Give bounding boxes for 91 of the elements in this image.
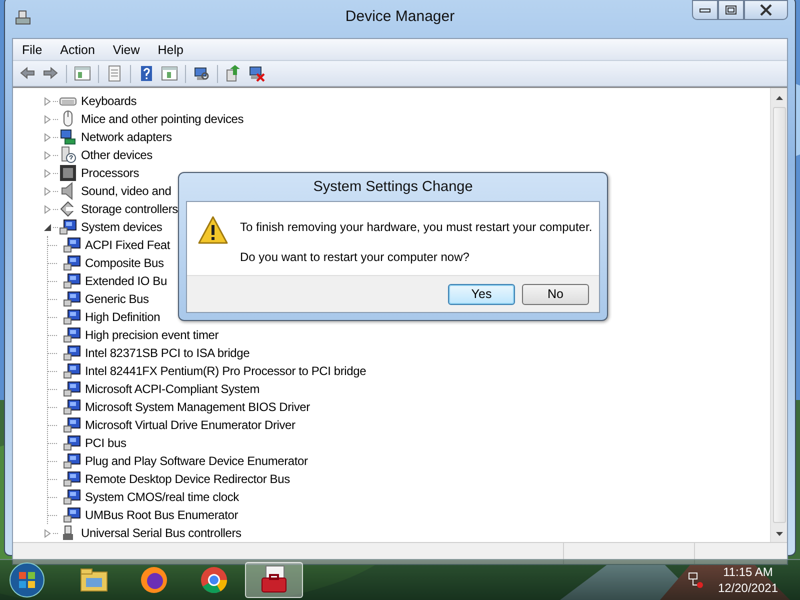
network-icon[interactable] xyxy=(686,571,704,589)
minimize-button[interactable] xyxy=(692,0,718,20)
computer-icon xyxy=(63,398,81,416)
tree-item[interactable]: Generic Bus xyxy=(84,291,150,307)
menu-item[interactable]: Action xyxy=(51,40,104,58)
panel-icon[interactable] xyxy=(161,65,178,82)
expand-arrow-icon[interactable] xyxy=(42,96,53,106)
tree-item[interactable]: Network adapters xyxy=(80,129,173,145)
tree-item[interactable]: Plug and Play Software Device Enumerator xyxy=(84,453,309,469)
panel-icon[interactable] xyxy=(74,65,91,82)
maximize-icon xyxy=(725,5,737,15)
tree-item[interactable]: High precision event timer xyxy=(84,327,220,343)
expand-arrow-icon[interactable] xyxy=(42,132,53,142)
dialog-button[interactable]: No xyxy=(522,284,589,304)
collapse-arrow-icon[interactable] xyxy=(42,222,53,232)
clock-time: 11:15 AM xyxy=(723,564,773,580)
menu-item[interactable]: Help xyxy=(148,40,192,58)
maximize-button[interactable] xyxy=(718,0,744,20)
properties-icon[interactable] xyxy=(106,65,123,82)
chrome-icon xyxy=(198,564,230,596)
taskbar-button[interactable] xyxy=(245,562,303,598)
computer-icon xyxy=(63,308,81,326)
clock-date: 12/20/2021 xyxy=(718,580,778,596)
computer-icon xyxy=(59,218,77,236)
computer-icon xyxy=(63,326,81,344)
computer-icon xyxy=(63,290,81,308)
dialog-question: Do you want to restart your computer now? xyxy=(240,250,470,264)
dialog-title: System Settings Change xyxy=(312,178,474,197)
expand-arrow-icon[interactable] xyxy=(42,168,53,178)
dialog-button[interactable]: Yes xyxy=(448,284,515,304)
uninstall-device-icon[interactable] xyxy=(248,65,265,82)
computer-icon xyxy=(63,254,81,272)
computer-icon xyxy=(63,236,81,254)
computer-icon xyxy=(63,488,81,506)
computer-icon xyxy=(63,416,81,434)
minimize-icon xyxy=(699,6,711,14)
menu-item[interactable]: View xyxy=(104,40,149,58)
expand-arrow-icon[interactable] xyxy=(42,204,53,214)
tree-item[interactable]: ACPI Fixed Feat xyxy=(84,237,172,253)
menu-item[interactable]: File xyxy=(13,40,52,58)
computer-icon xyxy=(63,470,81,488)
network-computer-icon xyxy=(59,128,77,146)
storage-controller-icon xyxy=(59,200,77,218)
tree-item[interactable]: Intel 82371SB PCI to ISA bridge xyxy=(84,345,251,361)
tree-item[interactable]: System CMOS/real time clock xyxy=(84,489,240,505)
computer-icon xyxy=(63,344,81,362)
close-icon xyxy=(759,4,773,16)
tree-item[interactable]: Microsoft Virtual Drive Enumerator Driver xyxy=(84,417,296,433)
tree-item[interactable]: High Definition xyxy=(84,309,162,325)
tree-item[interactable]: Processors xyxy=(80,165,140,181)
forward-arrow-icon[interactable] xyxy=(42,65,59,82)
tree-item[interactable]: PCI bus xyxy=(84,435,128,451)
expand-arrow-icon[interactable] xyxy=(42,150,53,160)
tree-item[interactable]: Other devices xyxy=(80,147,154,163)
dialog-message: To finish removing your hardware, you must restart your computer. xyxy=(240,220,592,234)
tree-item[interactable]: Microsoft System Management BIOS Driver xyxy=(84,399,311,415)
processor-chip-icon xyxy=(59,164,77,182)
tree-item[interactable]: Keyboards xyxy=(80,93,138,109)
device-manager-icon xyxy=(14,9,32,27)
computer-icon xyxy=(63,362,81,380)
computer-icon xyxy=(63,272,81,290)
tree-item[interactable]: Microsoft ACPI-Compliant System xyxy=(84,381,261,397)
start-button[interactable] xyxy=(9,562,45,598)
warning-icon xyxy=(197,215,229,245)
tree-item[interactable]: Mice and other pointing devices xyxy=(80,111,245,127)
help-icon[interactable] xyxy=(138,65,155,82)
unknown-device-icon xyxy=(59,146,77,164)
tree-item[interactable]: Remote Desktop Device Redirector Bus xyxy=(84,471,291,487)
close-button[interactable] xyxy=(744,0,788,20)
computer-icon xyxy=(63,506,81,524)
tree-item[interactable]: Composite Bus xyxy=(84,255,165,271)
tree-item[interactable]: Extended IO Bu xyxy=(84,273,168,289)
expand-arrow-icon[interactable] xyxy=(42,186,53,196)
firefox-icon xyxy=(138,564,170,596)
tree-item[interactable]: Sound, video and xyxy=(80,183,172,199)
scrollbar[interactable] xyxy=(770,88,787,542)
computer-icon xyxy=(63,452,81,470)
scrollbar-thumb[interactable] xyxy=(772,107,786,523)
computer-icon xyxy=(63,380,81,398)
expand-arrow-icon[interactable] xyxy=(42,528,53,538)
update-driver-icon[interactable] xyxy=(225,65,242,82)
tree-item[interactable]: Universal Serial Bus controllers xyxy=(80,525,242,541)
window-title: Device Manager xyxy=(345,8,455,25)
scan-computer-icon[interactable] xyxy=(193,65,210,82)
tree-item[interactable]: Storage controllers xyxy=(80,201,179,217)
tree-item[interactable]: System devices xyxy=(80,219,164,235)
computer-icon xyxy=(63,434,81,452)
tree-item[interactable]: UMBus Root Bus Enumerator xyxy=(84,507,240,523)
tree-item[interactable]: Intel 82441FX Pentium(R) Pro Processor to PCI bridge xyxy=(84,363,368,379)
expand-arrow-icon[interactable] xyxy=(42,114,53,124)
back-arrow-icon[interactable] xyxy=(19,65,36,82)
